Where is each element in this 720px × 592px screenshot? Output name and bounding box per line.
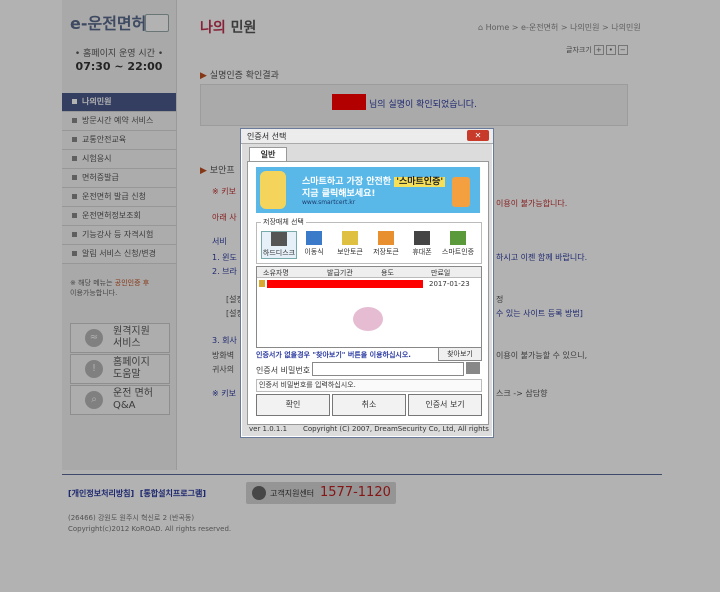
dialog-copyright: Copyright (C) 2007, DreamSecurity Co, Lt…	[303, 425, 489, 433]
cancel-button[interactable]: 취소	[332, 394, 406, 416]
storage-media-group: 저장매체 선택 하드디스크 이동식 보안토큰 저장토큰 휴대폰 스마트인증	[256, 217, 482, 264]
certificate-icon	[259, 280, 265, 287]
token-icon	[378, 231, 394, 245]
ok-button[interactable]: 확인	[256, 394, 330, 416]
media-save-token[interactable]: 저장토큰	[369, 231, 403, 257]
crown-icon	[260, 171, 286, 209]
sim-card-icon	[450, 231, 466, 245]
media-removable[interactable]: 이동식	[297, 231, 331, 257]
certificate-table: 소유자명 발급기관 용도 만료일 2017-01-23	[256, 266, 482, 348]
smartphone-icon	[452, 177, 470, 207]
media-smart-cert[interactable]: 스마트인증	[441, 231, 475, 257]
media-hard-disk[interactable]: 하드디스크	[261, 231, 297, 259]
password-input[interactable]	[312, 362, 464, 376]
smart-cert-banner[interactable]: 스마트하고 가장 안전한 '스마트인증' 지금 클릭해보세요! www.smar…	[256, 167, 480, 213]
stamp-image	[353, 307, 383, 331]
dialog-titlebar[interactable]: 인증서 선택 ✕	[241, 129, 493, 144]
view-certificate-button[interactable]: 인증서 보기	[408, 394, 482, 416]
password-label: 인증서 비밀번호	[256, 366, 311, 375]
dialog-panel: 스마트하고 가장 안전한 '스마트인증' 지금 클릭해보세요! www.smar…	[247, 161, 489, 425]
certificate-dialog: 인증서 선택 ✕ 일반 스마트하고 가장 안전한 '스마트인증' 지금 클릭해보…	[240, 128, 494, 438]
status-text: 인증서 비밀번호를 입력하십시오.	[256, 379, 482, 392]
redacted-owner	[267, 280, 423, 288]
find-button[interactable]: 찾아보기	[438, 347, 482, 361]
find-notice: 인증서가 없을경우 "찾아보기" 버튼을 이용하십시오.	[256, 351, 411, 359]
keyboard-icon[interactable]	[466, 362, 480, 374]
lock-icon	[342, 231, 358, 245]
hard-disk-icon	[271, 232, 287, 246]
media-security-token[interactable]: 보안토큰	[333, 231, 367, 257]
table-header: 소유자명 발급기관 용도 만료일	[257, 267, 481, 278]
table-row[interactable]: 2017-01-23	[257, 279, 481, 289]
version-text: ver 1.0.1.1	[249, 425, 288, 433]
tab-general[interactable]: 일반	[249, 147, 287, 162]
usb-icon	[306, 231, 322, 245]
media-mobile-phone[interactable]: 휴대폰	[405, 231, 439, 257]
mobile-phone-icon	[414, 231, 430, 245]
close-icon[interactable]: ✕	[467, 130, 489, 141]
